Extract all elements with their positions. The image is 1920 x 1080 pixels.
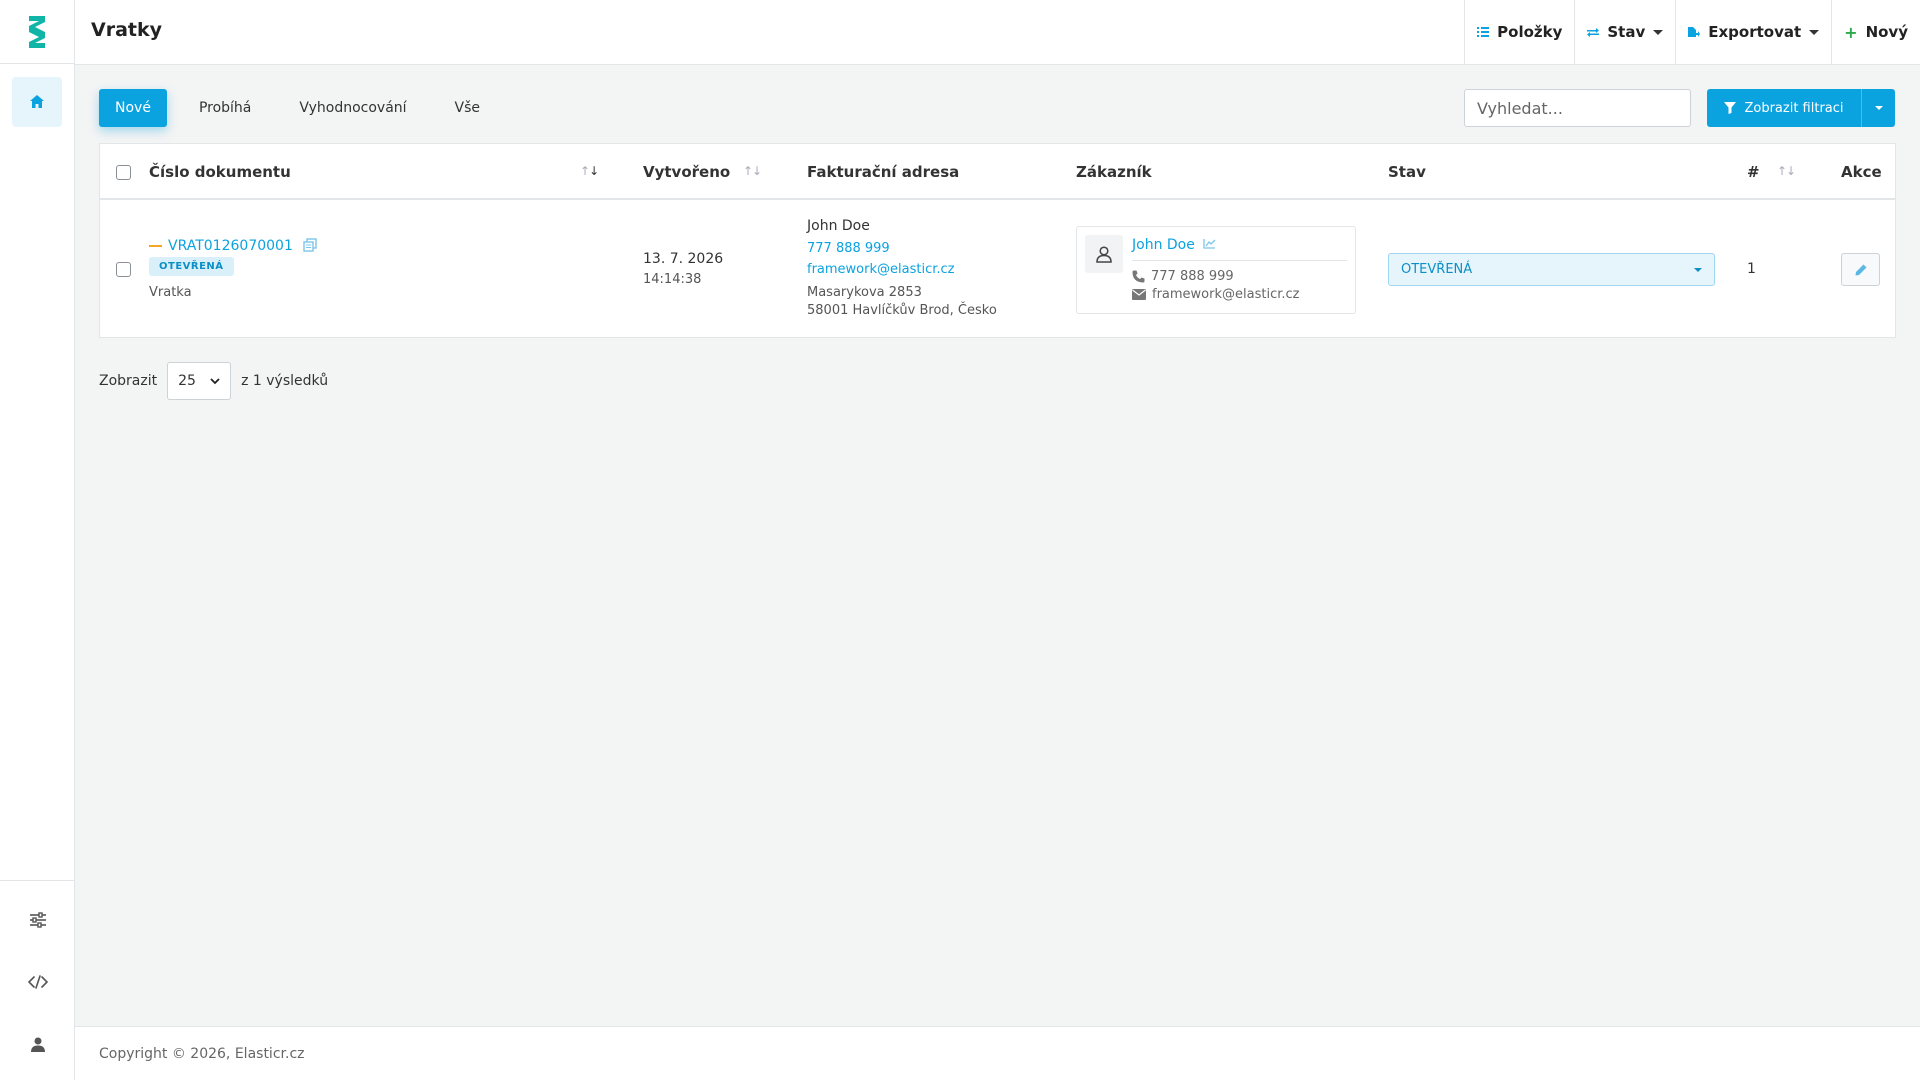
sliders-icon — [29, 912, 46, 928]
pencil-icon — [1855, 264, 1866, 275]
show-filter-label: Zobrazit filtraci — [1744, 100, 1844, 116]
toolbar: Položky Stav Exportovat + Nový — [1464, 0, 1920, 64]
avatar — [1085, 235, 1123, 273]
billing-street: Masarykova 2853 — [807, 285, 922, 300]
sort-document-number-icon[interactable]: ↑↓ — [580, 164, 599, 178]
items-button-label: Položky — [1497, 23, 1563, 41]
customer-email: framework@elasticr.cz — [1152, 287, 1300, 302]
pagination: Zobrazit 25 z 1 výsledků — [99, 362, 328, 400]
topbar: Vratky Položky Stav Exportovat + Nový — [75, 0, 1920, 65]
edit-button[interactable] — [1841, 253, 1880, 286]
copy-icon[interactable] — [303, 238, 318, 252]
show-filter-button[interactable]: Zobrazit filtraci — [1707, 89, 1861, 127]
customer-name-link[interactable]: John Doe — [1132, 237, 1216, 253]
new-button[interactable]: + Nový — [1831, 0, 1920, 64]
tab-evaluation[interactable]: Vyhodnocování — [283, 89, 422, 127]
export-button[interactable]: Exportovat — [1675, 0, 1831, 64]
header-created[interactable]: Vytvořeno — [643, 163, 730, 181]
header-billing-address: Fakturační adresa — [807, 163, 960, 181]
exchange-icon — [1587, 28, 1600, 37]
customer-card: John Doe 777 888 999 framework@elasticr. — [1076, 226, 1356, 314]
status-button[interactable]: Stav — [1574, 0, 1675, 64]
sort-count-icon[interactable]: ↑↓ — [1777, 164, 1796, 178]
sort-created-icon[interactable]: ↑↓ — [743, 164, 762, 178]
customer-phone: 777 888 999 — [1151, 269, 1234, 284]
returns-table: Číslo dokumentu ↑↓ Vytvořeno ↑↓ Fakturač… — [99, 143, 1896, 338]
row-checkbox[interactable] — [116, 262, 131, 277]
copyright: Copyright © 2026, Elasticr.cz — [99, 1046, 305, 1062]
plus-icon: + — [1844, 22, 1858, 42]
chart-line-icon — [1203, 239, 1216, 249]
footer: Copyright © 2026, Elasticr.cz — [75, 1026, 1920, 1080]
billing-phone-link[interactable]: 777 888 999 — [807, 241, 890, 256]
user-outline-icon — [1096, 246, 1112, 263]
header-document-number[interactable]: Číslo dokumentu — [149, 163, 291, 181]
status-badge: OTEVŘENÁ — [149, 257, 234, 276]
search-input[interactable] — [1464, 89, 1691, 127]
phone-icon — [1132, 270, 1145, 283]
customer-name: John Doe — [1132, 237, 1195, 253]
document-number-cell: VRAT0126070001 — [149, 238, 318, 254]
chevron-down-icon — [1694, 267, 1702, 272]
chevron-down-icon — [210, 377, 220, 384]
tab-in-progress[interactable]: Probíhá — [183, 89, 267, 127]
document-type: Vratka — [149, 285, 192, 300]
customer-email-line: framework@elasticr.cz — [1132, 287, 1299, 302]
logo[interactable] — [0, 0, 74, 64]
page-size-value: 25 — [178, 373, 196, 389]
document-number-link[interactable]: VRAT0126070001 — [168, 238, 293, 254]
chevron-down-icon — [1653, 29, 1664, 35]
results-count: z 1 výsledků — [241, 373, 329, 389]
sidebar-item-settings[interactable] — [0, 889, 75, 951]
chevron-down-icon — [1809, 29, 1820, 35]
filter-button-group: Zobrazit filtraci — [1707, 89, 1895, 127]
filter-dropdown-toggle[interactable] — [1861, 89, 1895, 127]
envelope-icon — [1132, 289, 1146, 300]
item-count: 1 — [1747, 261, 1756, 277]
tab-new[interactable]: Nové — [99, 89, 167, 127]
customer-card-divider — [1132, 260, 1347, 261]
sidebar-bottom — [0, 880, 75, 1080]
header-actions: Akce — [1841, 163, 1882, 181]
header-count: # — [1747, 163, 1760, 181]
sidebar — [0, 0, 75, 1080]
table-header: Číslo dokumentu ↑↓ Vytvořeno ↑↓ Fakturač… — [100, 144, 1895, 200]
elasticr-logo-icon — [29, 15, 45, 48]
code-icon — [27, 975, 48, 989]
page-title: Vratky — [91, 19, 162, 41]
items-button[interactable]: Položky — [1464, 0, 1574, 64]
select-all-checkbox[interactable] — [116, 165, 131, 180]
status-select-value: OTEVŘENÁ — [1401, 262, 1473, 277]
created-time: 14:14:38 — [643, 272, 702, 287]
billing-name: John Doe — [807, 218, 870, 234]
status-badge-label: OTEVŘENÁ — [149, 257, 234, 276]
sidebar-item-developer[interactable] — [0, 951, 75, 1013]
sidebar-item-profile[interactable] — [0, 1013, 75, 1075]
page-size-select[interactable]: 25 — [167, 362, 232, 400]
status-tabs: Nové Probíhá Vyhodnocování Vše — [99, 89, 496, 127]
user-icon — [30, 1037, 45, 1052]
chevron-down-icon — [1874, 106, 1883, 110]
status-select[interactable]: OTEVŘENÁ — [1388, 253, 1715, 286]
list-icon — [1477, 27, 1490, 37]
show-label: Zobrazit — [99, 373, 158, 389]
new-button-label: Nový — [1865, 23, 1908, 41]
tab-all[interactable]: Vše — [439, 89, 496, 127]
header-status: Stav — [1388, 163, 1426, 181]
customer-phone-line: 777 888 999 — [1132, 269, 1234, 284]
created-date: 13. 7. 2026 — [643, 251, 724, 267]
filter-icon — [1724, 102, 1737, 114]
sidebar-item-home[interactable] — [12, 77, 62, 127]
priority-indicator — [149, 245, 162, 247]
billing-city: 58001 Havlíčkův Brod, Česko — [807, 303, 997, 318]
export-button-label: Exportovat — [1708, 23, 1802, 41]
header-customer: Zákazník — [1076, 163, 1152, 181]
status-button-label: Stav — [1607, 23, 1646, 41]
billing-email-link[interactable]: framework@elasticr.cz — [807, 262, 954, 277]
home-icon — [30, 95, 44, 108]
file-export-icon — [1688, 27, 1701, 37]
